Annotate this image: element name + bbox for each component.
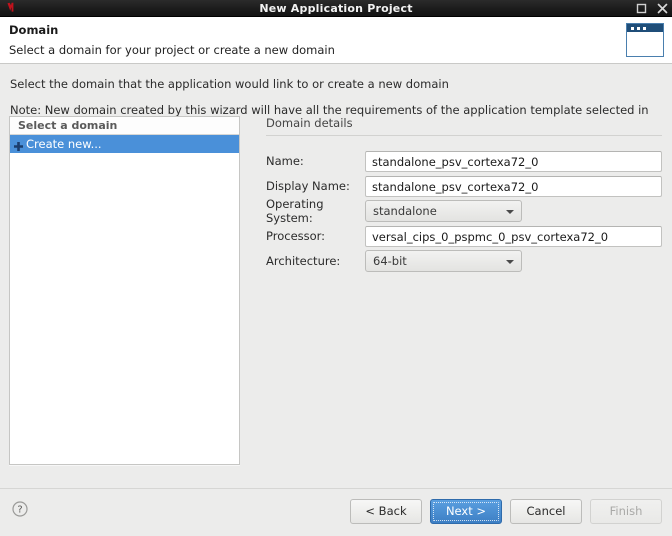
wizard-buttons: < Back Next > Cancel Finish bbox=[350, 499, 662, 524]
operating-system-value: standalone bbox=[373, 204, 437, 218]
new-application-project-dialog: New Application Project Domain Select a … bbox=[0, 0, 672, 536]
chevron-down-icon bbox=[506, 210, 514, 214]
window-title: New Application Project bbox=[259, 1, 413, 15]
list-item[interactable]: Create new... bbox=[10, 135, 239, 153]
list-item-label: Create new... bbox=[26, 137, 102, 151]
wizard-window-banner-icon bbox=[626, 23, 664, 57]
operating-system-dropdown[interactable]: standalone bbox=[365, 200, 522, 222]
chevron-down-icon bbox=[506, 260, 514, 264]
display-name-label: Display Name: bbox=[266, 179, 350, 193]
plus-icon bbox=[13, 139, 24, 151]
window-titlebar: New Application Project bbox=[0, 0, 672, 17]
page-title: Domain bbox=[9, 23, 59, 37]
domain-details-title: Domain details bbox=[266, 116, 353, 130]
maximize-icon[interactable] bbox=[636, 3, 647, 14]
close-icon[interactable] bbox=[657, 3, 668, 14]
content-panes: Select a domain Create new... Domain det… bbox=[0, 116, 672, 488]
page-subtitle: Select a domain for your project or crea… bbox=[9, 43, 335, 57]
vitis-logo-icon bbox=[5, 1, 19, 15]
intro-line-1: Select the domain that the application w… bbox=[10, 77, 449, 91]
form-row-display-name: Display Name: standalone_psv_cortexa72_0 bbox=[266, 174, 662, 198]
help-question-icon[interactable]: ? bbox=[12, 501, 28, 517]
cancel-button[interactable]: Cancel bbox=[510, 499, 582, 524]
display-name-field[interactable]: standalone_psv_cortexa72_0 bbox=[365, 175, 662, 197]
back-button[interactable]: < Back bbox=[350, 499, 422, 524]
form-row-architecture: Architecture: 64-bit bbox=[266, 249, 662, 273]
section-divider bbox=[266, 135, 662, 136]
domain-details-panel: Domain details Name: standalone_psv_cort… bbox=[256, 116, 662, 274]
form-row-name: Name: standalone_psv_cortexa72_0 bbox=[266, 149, 662, 173]
svg-text:?: ? bbox=[17, 505, 22, 516]
operating-system-label: Operating System: bbox=[266, 197, 324, 225]
processor-field[interactable]: versal_cips_0_pspmc_0_psv_cortexa72_0 bbox=[365, 225, 662, 247]
architecture-value: 64-bit bbox=[373, 254, 407, 268]
domain-list-header: Select a domain bbox=[10, 117, 239, 135]
domain-list-panel[interactable]: Select a domain Create new... bbox=[9, 116, 240, 465]
form-row-processor: Processor: versal_cips_0_pspmc_0_psv_cor… bbox=[266, 224, 662, 248]
window-controls bbox=[636, 0, 668, 17]
wizard-header: Domain Select a domain for your project … bbox=[0, 17, 672, 64]
next-button[interactable]: Next > bbox=[430, 499, 502, 524]
wizard-body: Select the domain that the application w… bbox=[0, 64, 672, 488]
domain-details-form: Name: standalone_psv_cortexa72_0 Display… bbox=[256, 149, 662, 273]
wizard-footer: ? < Back Next > Cancel Finish bbox=[0, 488, 672, 535]
finish-button: Finish bbox=[590, 499, 662, 524]
architecture-dropdown[interactable]: 64-bit bbox=[365, 250, 522, 272]
architecture-label: Architecture: bbox=[266, 254, 341, 268]
name-field[interactable]: standalone_psv_cortexa72_0 bbox=[365, 150, 662, 172]
name-label: Name: bbox=[266, 154, 304, 168]
processor-label: Processor: bbox=[266, 229, 326, 243]
form-row-operating-system: Operating System: standalone bbox=[266, 197, 662, 225]
